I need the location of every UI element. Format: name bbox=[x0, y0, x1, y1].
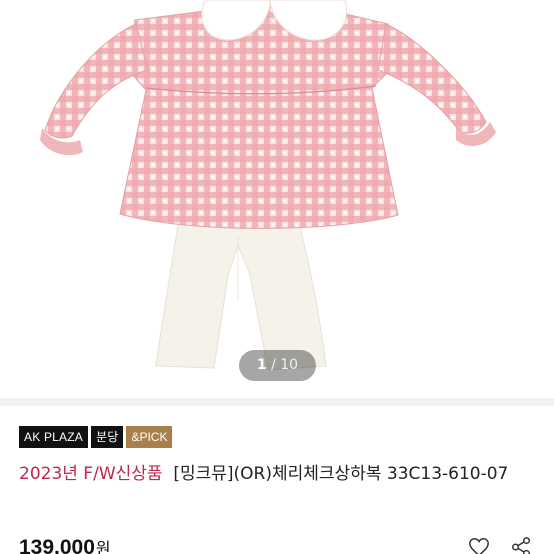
price-amount: 139,000 bbox=[19, 536, 95, 554]
section-divider bbox=[0, 398, 554, 406]
price-currency: 원 bbox=[95, 541, 111, 554]
image-counter-current: 1 bbox=[256, 357, 267, 373]
product-price: 139,000원 bbox=[19, 535, 111, 554]
badge-branch: 분당 bbox=[90, 426, 124, 448]
heart-icon[interactable] bbox=[468, 536, 490, 554]
product-name: [밍크뮤](OR)체리체크상하복 33C13-610-07 bbox=[173, 464, 509, 484]
badge-store: AK PLAZA bbox=[19, 426, 88, 448]
share-icon[interactable] bbox=[510, 536, 532, 554]
image-counter-separator: / bbox=[266, 357, 281, 373]
product-title: 2023년 F/W신상품 [밍크뮤](OR)체리체크상하복 33C13-610-… bbox=[19, 460, 541, 488]
store-badges: AK PLAZA 분당 &PICK bbox=[19, 426, 173, 448]
badge-pick: &PICK bbox=[126, 426, 173, 448]
image-counter-total: 10 bbox=[280, 357, 299, 373]
image-counter: 1 / 10 bbox=[239, 350, 316, 381]
product-promo-label: 2023년 F/W신상품 bbox=[19, 464, 163, 484]
product-photo bbox=[40, 0, 496, 371]
product-image-carousel[interactable]: 1 / 10 bbox=[0, 0, 554, 398]
